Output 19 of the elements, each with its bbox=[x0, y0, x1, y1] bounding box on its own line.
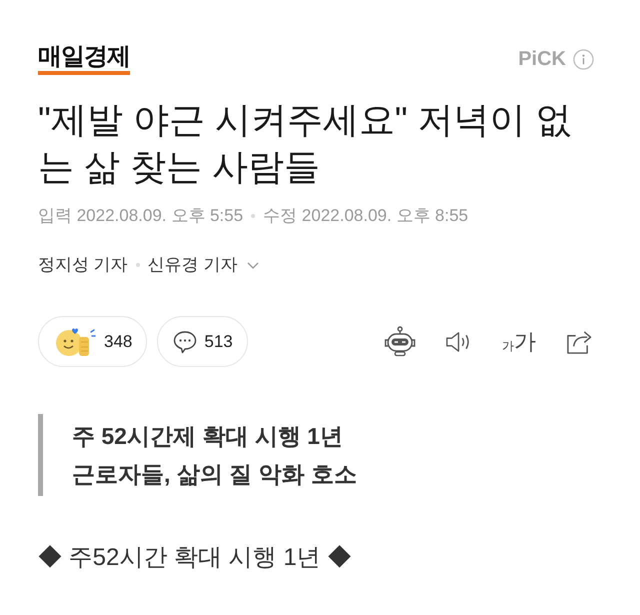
share-icon[interactable] bbox=[566, 329, 592, 354]
subheadline-text: 근로자들, 삶의 질 악화 호소 bbox=[72, 460, 357, 489]
subheadline-text: 주 52시간제 확대 시행 1년 bbox=[72, 422, 344, 451]
reporter-name[interactable]: 신유경 기자 bbox=[148, 254, 238, 276]
chevron-down-icon[interactable] bbox=[247, 262, 260, 268]
comment-button[interactable]: 513 bbox=[157, 316, 248, 367]
date-text: 수정 2022.08.09. 오후 8:55 bbox=[263, 205, 468, 227]
date-text: 입력 2022.08.09. 오후 5:55 bbox=[38, 205, 244, 227]
robot-icon[interactable] bbox=[384, 326, 416, 357]
smiley-thumbs-up-icon bbox=[54, 326, 96, 358]
speech-bubble-icon bbox=[173, 330, 198, 354]
text-size-button[interactable]: 가가 bbox=[502, 329, 536, 354]
speaker-icon[interactable] bbox=[446, 330, 472, 352]
pick-label: PiCK bbox=[518, 47, 566, 71]
newspaper-logo[interactable]: 매일경제 bbox=[38, 44, 130, 75]
reporter-name[interactable]: 정지성 기자 bbox=[38, 254, 128, 276]
reaction-button[interactable]: 348 bbox=[38, 316, 148, 367]
article-headline: "제발 야근 시켜주세요" 저녁이 없는 삶 찾는 사람들 bbox=[38, 98, 573, 189]
section-title: ◆ 주52시간 확대 시행 1년 ◆ bbox=[38, 543, 352, 573]
